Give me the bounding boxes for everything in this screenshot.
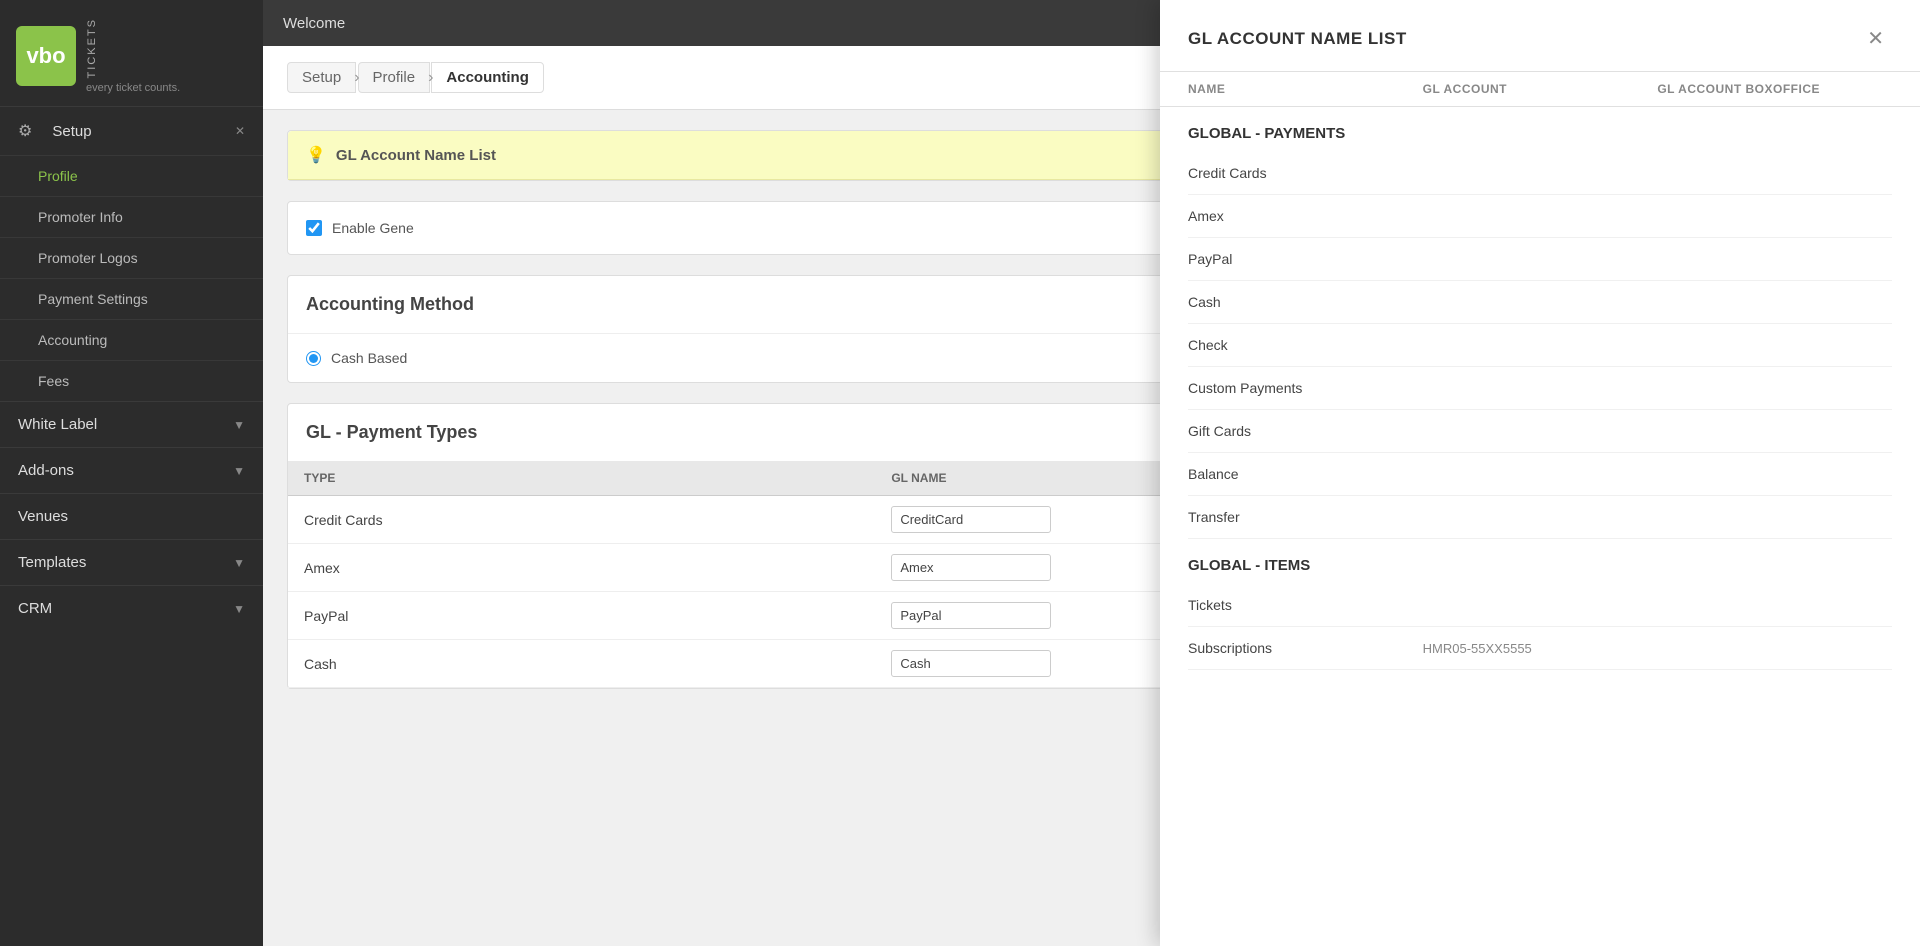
sidebar-item-promoter-logos-label: Promoter Logos — [38, 250, 138, 266]
breadcrumb-arrow-2: › — [428, 69, 433, 87]
sidebar-item-payment-settings-label: Payment Settings — [38, 291, 148, 307]
enable-label: Enable Gene — [332, 220, 414, 236]
sidebar-white-label-label: White Label — [18, 416, 97, 433]
sidebar-item-accounting[interactable]: Accounting — [0, 319, 263, 360]
sidebar-templates[interactable]: Templates ▼ — [0, 539, 263, 585]
sidebar-setup-label: Setup — [52, 123, 91, 140]
gl-row-name: Amex — [1188, 208, 1423, 224]
gear-icon: ⚙ — [18, 121, 32, 141]
bulb-icon: 💡 — [306, 145, 326, 165]
gl-col-name: NAME — [1188, 82, 1423, 96]
gl-row-name: Balance — [1188, 466, 1423, 482]
white-label-chevron: ▼ — [233, 418, 245, 432]
sidebar-item-promoter-logos[interactable]: Promoter Logos — [0, 237, 263, 278]
sidebar-venues-label: Venues — [18, 508, 68, 525]
gl-row: Amex — [1188, 195, 1892, 238]
sidebar-item-promoter-info[interactable]: Promoter Info — [0, 196, 263, 237]
sidebar-item-fees-label: Fees — [38, 373, 69, 389]
logo-box: vbo — [16, 26, 76, 86]
gl-table-header: NAME GL ACCOUNT GL ACCOUNT BOXOFFICE — [1160, 72, 1920, 107]
gl-row: Gift Cards — [1188, 410, 1892, 453]
setup-close-icon[interactable]: ✕ — [235, 124, 245, 138]
gl-notice-title: GL Account Name List — [336, 147, 496, 164]
col-type: TYPE — [288, 461, 875, 496]
gl-panel-body: GLOBAL - PAYMENTS Credit Cards Amex PayP… — [1160, 107, 1920, 946]
gl-panel-close-button[interactable]: ✕ — [1859, 22, 1892, 55]
payment-gl-name-input[interactable] — [891, 554, 1051, 581]
sidebar-add-ons-label: Add-ons — [18, 462, 74, 479]
cash-based-radio[interactable] — [306, 351, 321, 366]
gl-row: PayPal — [1188, 238, 1892, 281]
gl-row: Transfer — [1188, 496, 1892, 539]
sidebar-item-profile-label: Profile — [38, 168, 78, 184]
logo-text: vbo — [26, 43, 65, 69]
payment-type-cell: Cash — [288, 640, 875, 688]
gl-row: Subscriptions HMR05-55XX5555 — [1188, 627, 1892, 670]
cash-based-label: Cash Based — [331, 350, 407, 366]
logo-tickets-text: TICKETS — [86, 18, 180, 78]
gl-group-title: GLOBAL - PAYMENTS — [1188, 107, 1892, 152]
logo-tagline: every ticket counts. — [86, 82, 180, 94]
templates-chevron: ▼ — [233, 556, 245, 570]
gl-row: Cash — [1188, 281, 1892, 324]
breadcrumb-profile[interactable]: Profile — [358, 62, 431, 93]
logo-right: TICKETS every ticket counts. — [86, 18, 180, 94]
payment-type-cell: Credit Cards — [288, 496, 875, 544]
gl-row-name: Gift Cards — [1188, 423, 1423, 439]
gl-col-boxoffice: GL ACCOUNT BOXOFFICE — [1657, 82, 1892, 96]
payment-type-cell: PayPal — [288, 592, 875, 640]
gl-row-name: Credit Cards — [1188, 165, 1423, 181]
gl-row: Balance — [1188, 453, 1892, 496]
gl-row-name: PayPal — [1188, 251, 1423, 267]
crm-chevron: ▼ — [233, 602, 245, 616]
logo-area: vbo TICKETS every ticket counts. — [0, 0, 263, 106]
sidebar-white-label[interactable]: White Label ▼ — [0, 401, 263, 447]
gl-row-name: Tickets — [1188, 597, 1423, 613]
gl-account-panel: GL ACCOUNT NAME LIST ✕ NAME GL ACCOUNT G… — [1160, 0, 1920, 946]
gl-row-account: HMR05-55XX5555 — [1423, 641, 1658, 656]
gl-row-name: Subscriptions — [1188, 640, 1423, 656]
enable-checkbox[interactable] — [306, 220, 322, 236]
breadcrumb-arrow-1: › — [354, 69, 359, 87]
gl-panel-header: GL ACCOUNT NAME LIST ✕ — [1160, 0, 1920, 72]
sidebar-crm-label: CRM — [18, 600, 52, 617]
gl-group-title: GLOBAL - ITEMS — [1188, 539, 1892, 584]
gl-row: Check — [1188, 324, 1892, 367]
sidebar: vbo TICKETS every ticket counts. ⚙ Setup… — [0, 0, 263, 946]
sidebar-templates-label: Templates — [18, 554, 86, 571]
payment-gl-name-input[interactable] — [891, 506, 1051, 533]
gl-row-name: Custom Payments — [1188, 380, 1423, 396]
topbar-title: Welcome — [283, 15, 345, 32]
sidebar-setup-header[interactable]: ⚙ Setup ✕ — [0, 106, 263, 155]
sidebar-item-accounting-label: Accounting — [38, 332, 107, 348]
gl-row-name: Check — [1188, 337, 1423, 353]
sidebar-venues[interactable]: Venues — [0, 493, 263, 539]
payment-gl-name-input[interactable] — [891, 602, 1051, 629]
sidebar-add-ons[interactable]: Add-ons ▼ — [0, 447, 263, 493]
sidebar-item-profile[interactable]: Profile — [0, 155, 263, 196]
gl-row-name: Cash — [1188, 294, 1423, 310]
sidebar-item-promoter-info-label: Promoter Info — [38, 209, 123, 225]
breadcrumb-setup[interactable]: Setup — [287, 62, 356, 93]
sidebar-item-fees[interactable]: Fees — [0, 360, 263, 401]
gl-panel-title: GL ACCOUNT NAME LIST — [1188, 29, 1407, 49]
sidebar-item-payment-settings[interactable]: Payment Settings — [0, 278, 263, 319]
breadcrumb-accounting[interactable]: Accounting — [431, 62, 544, 93]
gl-col-account: GL ACCOUNT — [1423, 82, 1658, 96]
payment-gl-name-input[interactable] — [891, 650, 1051, 677]
gl-row: Custom Payments — [1188, 367, 1892, 410]
gl-row: Tickets — [1188, 584, 1892, 627]
add-ons-chevron: ▼ — [233, 464, 245, 478]
gl-row-name: Transfer — [1188, 509, 1423, 525]
gl-row: Credit Cards — [1188, 152, 1892, 195]
sidebar-crm[interactable]: CRM ▼ — [0, 585, 263, 631]
payment-type-cell: Amex — [288, 544, 875, 592]
